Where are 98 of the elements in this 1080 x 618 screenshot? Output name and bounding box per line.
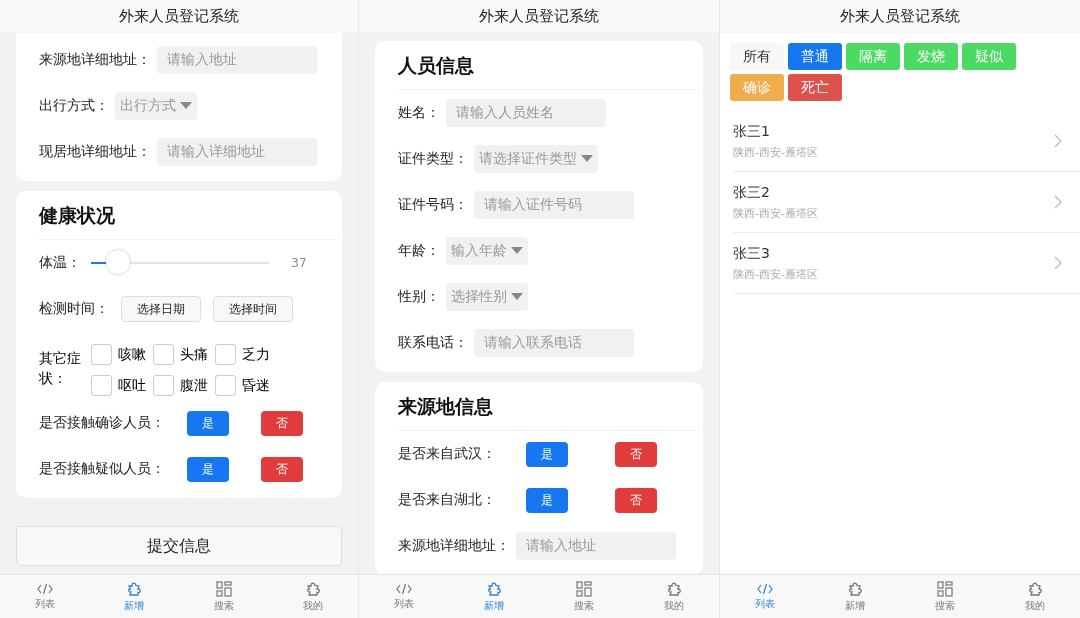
- field-label: 来源地详细地址：: [39, 51, 151, 69]
- tab[interactable]: 我的: [990, 575, 1080, 618]
- input-field[interactable]: 请输入联系电话: [474, 329, 634, 357]
- field-label: 是否来自湖北：: [398, 491, 496, 509]
- field-label: 检测时间：: [39, 300, 109, 318]
- yes-button[interactable]: 是: [525, 487, 568, 513]
- grid-icon: [576, 580, 592, 597]
- field-label: 是否接触疑似人员：: [39, 460, 165, 478]
- dropdown-field[interactable]: 选择性别: [446, 283, 528, 311]
- person-name: 张三2: [733, 183, 770, 202]
- caret-icon: [511, 247, 523, 255]
- puzzle-icon: [305, 580, 322, 597]
- filter-tag[interactable]: 死亡: [788, 74, 842, 101]
- no-button[interactable]: 否: [614, 487, 657, 513]
- no-button[interactable]: 否: [261, 410, 303, 436]
- checkbox-label: 腹泄: [180, 376, 208, 395]
- field-label: 体温：: [39, 254, 81, 272]
- code-icon: [36, 582, 53, 595]
- tab[interactable]: 搜索: [539, 575, 629, 618]
- person-address: 陕西-西安-雁塔区: [733, 266, 818, 282]
- checkbox-label: 乏力: [242, 345, 270, 364]
- tab[interactable]: 新增: [89, 575, 179, 618]
- app-title: 外来人员登记系统: [720, 0, 1080, 33]
- puzzle-icon: [1027, 580, 1043, 597]
- checkbox-label: 昏迷: [242, 376, 270, 395]
- grid-icon: [215, 580, 232, 597]
- picker-button[interactable]: 选择日期: [121, 296, 201, 322]
- section-heading: 健康状况: [39, 195, 339, 240]
- grid-icon: [937, 580, 953, 597]
- tab[interactable]: 搜索: [179, 575, 269, 618]
- puzzle-icon: [126, 580, 143, 597]
- app-title: 外来人员登记系统: [0, 0, 358, 33]
- tab[interactable]: 列表: [720, 575, 810, 618]
- input-field[interactable]: 请输入地址: [157, 46, 317, 74]
- yes-button[interactable]: 是: [187, 456, 229, 482]
- field-label: 联系电话：: [398, 334, 468, 352]
- picker-button[interactable]: 选择时间: [213, 296, 293, 322]
- checkbox-label: 咳嗽: [118, 345, 146, 364]
- app-title: 外来人员登记系统: [359, 0, 719, 33]
- slider-thumb[interactable]: [105, 250, 130, 274]
- code-icon: [396, 582, 412, 595]
- yes-button[interactable]: 是: [525, 441, 568, 467]
- tab[interactable]: 我的: [268, 575, 358, 618]
- tab[interactable]: 列表: [0, 575, 90, 618]
- checkbox-label: 呕吐: [118, 376, 146, 395]
- chevron-icon: [1054, 195, 1062, 209]
- checkbox[interactable]: [215, 344, 236, 365]
- input-field[interactable]: 请输入证件号码: [474, 191, 634, 219]
- section-heading: 来源地信息: [398, 386, 700, 431]
- field-label: 证件号码：: [398, 196, 468, 214]
- puzzle-icon: [666, 580, 682, 597]
- caret-icon: [511, 293, 523, 301]
- tab[interactable]: 搜索: [900, 575, 990, 618]
- field-label: 来源地详细地址：: [398, 537, 510, 555]
- person-address: 陕西-西安-雁塔区: [733, 205, 818, 221]
- dropdown-field[interactable]: 输入年龄: [446, 237, 528, 265]
- person-address: 陕西-西安-雁塔区: [733, 144, 818, 160]
- field-label: 出行方式：: [39, 97, 109, 115]
- puzzle-icon: [847, 580, 863, 597]
- tab[interactable]: 我的: [629, 575, 719, 618]
- puzzle-icon: [486, 580, 502, 597]
- field-label: 证件类型：: [398, 150, 468, 168]
- field-label: 性别：: [398, 288, 440, 306]
- yes-button[interactable]: 是: [187, 410, 229, 436]
- field-label: 姓名：: [398, 104, 440, 122]
- input-field[interactable]: 请输入详细地址: [157, 138, 317, 166]
- input-field[interactable]: 请输入地址: [516, 532, 676, 560]
- person-name: 张三3: [733, 244, 770, 263]
- field-label: 其它症状：: [39, 349, 82, 388]
- filter-tag[interactable]: 所有: [730, 43, 784, 70]
- person-name: 张三1: [733, 122, 770, 141]
- dropdown-field[interactable]: 请选择证件类型: [474, 145, 598, 173]
- chevron-icon: [1054, 256, 1062, 270]
- tab[interactable]: 新增: [449, 575, 539, 618]
- field-label: 现居地详细地址：: [39, 143, 151, 161]
- field-label: 是否接触确诊人员：: [39, 414, 165, 432]
- checkbox[interactable]: [153, 344, 174, 365]
- checkbox[interactable]: [91, 375, 112, 396]
- input-field[interactable]: 请输入人员姓名: [446, 99, 606, 127]
- checkbox[interactable]: [153, 375, 174, 396]
- dropdown-field[interactable]: 出行方式: [115, 92, 197, 120]
- checkbox-label: 头痛: [180, 345, 208, 364]
- checkbox[interactable]: [215, 375, 236, 396]
- chevron-icon: [1054, 134, 1062, 148]
- tab[interactable]: 列表: [359, 575, 449, 618]
- no-button[interactable]: 否: [614, 441, 657, 467]
- tab[interactable]: 新增: [810, 575, 900, 618]
- field-label: 是否来自武汉：: [398, 445, 496, 463]
- caret-icon: [180, 102, 192, 110]
- submit-button[interactable]: 提交信息: [16, 526, 342, 566]
- section-heading: 人员信息: [398, 45, 700, 90]
- checkbox[interactable]: [91, 344, 112, 365]
- field-label: 年龄：: [398, 242, 440, 260]
- filter-tag[interactable]: 普通: [788, 43, 842, 70]
- code-icon: [757, 582, 773, 595]
- caret-icon: [581, 155, 593, 163]
- no-button[interactable]: 否: [261, 456, 303, 482]
- slider-value: 37: [290, 256, 308, 270]
